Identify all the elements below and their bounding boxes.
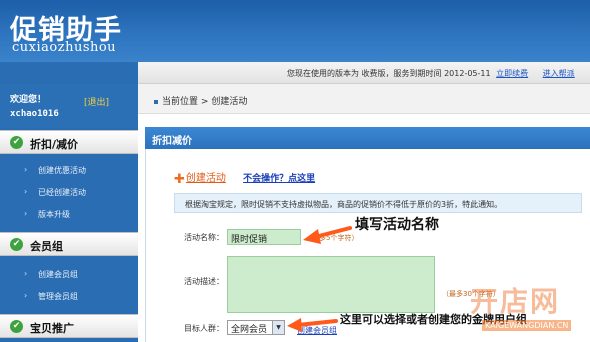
watermark-url: KAIGEWANGDIAN.CN (482, 320, 572, 331)
watermark-logo: 开店网 (470, 285, 561, 318)
red-arrow-icon (287, 318, 338, 332)
red-arrow-icon (303, 226, 352, 244)
